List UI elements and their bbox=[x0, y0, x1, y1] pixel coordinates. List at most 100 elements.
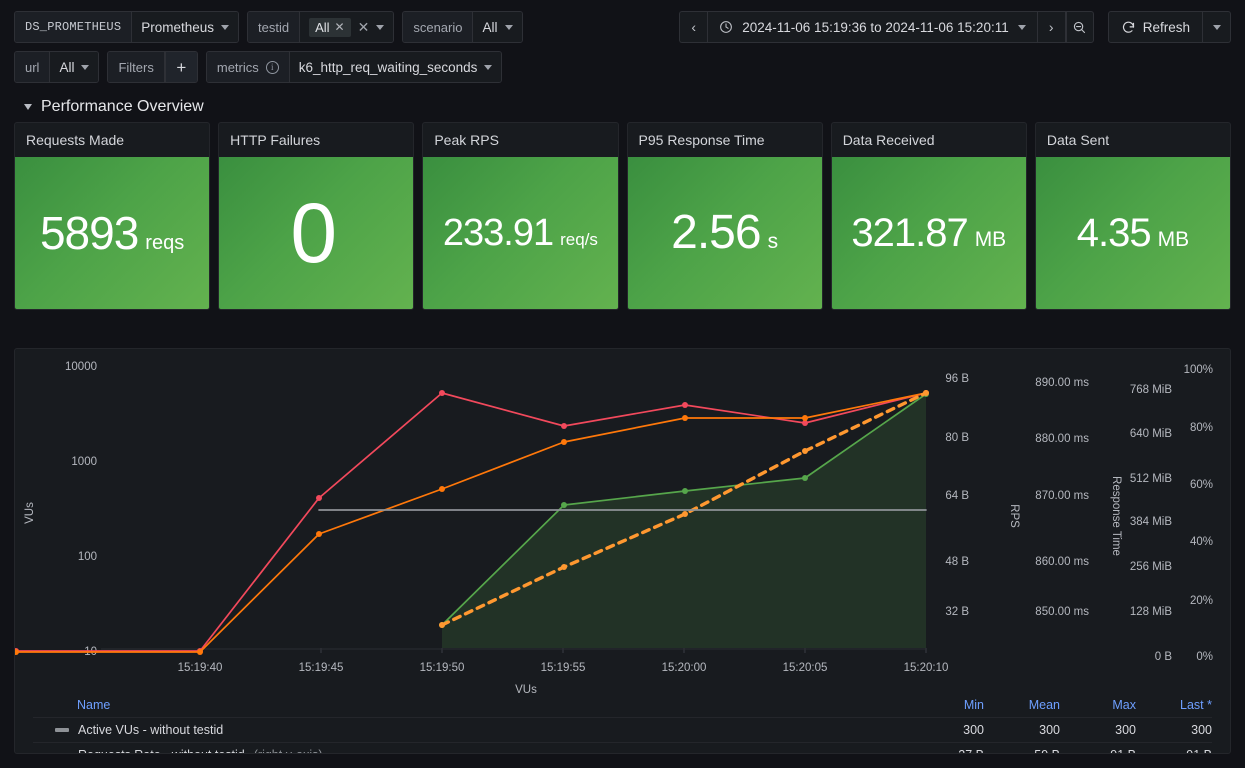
stat-unit: s bbox=[767, 230, 779, 253]
stat-unit: MB bbox=[974, 228, 1007, 251]
datasource-variable-value[interactable]: Prometheus bbox=[132, 12, 239, 42]
stat-value: 233.91 req/s bbox=[443, 214, 598, 252]
y-axis-tick-right: 100% bbox=[1184, 364, 1213, 376]
url-variable-label: url bbox=[15, 52, 51, 82]
legend-value-mean: 300 bbox=[1039, 723, 1060, 737]
time-range-prev-button[interactable]: ‹ bbox=[679, 11, 708, 43]
legend-row[interactable]: Active VUs - without testid 300 300 300 … bbox=[33, 718, 1212, 743]
refresh-interval-dropdown[interactable] bbox=[1203, 11, 1231, 43]
zoom-out-button[interactable] bbox=[1065, 11, 1094, 43]
close-icon[interactable]: ✕ bbox=[335, 21, 345, 33]
stat-panel-requests-made[interactable]: Requests Made 5893 reqs bbox=[14, 122, 211, 310]
refresh-label: Refresh bbox=[1142, 19, 1190, 35]
legend-value-mean: 59 B bbox=[984, 748, 1060, 753]
series-area-green-area bbox=[442, 394, 926, 648]
panel-title: Data Received bbox=[842, 132, 935, 148]
series-point-orange-dashed bbox=[802, 448, 808, 454]
panel-title: HTTP Failures bbox=[230, 132, 321, 148]
y-axis-tick-right: 0% bbox=[1196, 651, 1213, 663]
y-axis-tick-right: 850.00 ms bbox=[1035, 606, 1089, 618]
legend-column-name[interactable]: Name bbox=[33, 698, 908, 712]
stat-value-area: 2.56 s bbox=[627, 157, 822, 309]
stat-number: 2.56 bbox=[671, 206, 761, 259]
legend-series-axis-note: (right y-axis) bbox=[254, 748, 323, 753]
clear-icon[interactable]: ✕ bbox=[358, 20, 370, 34]
legend-series-name[interactable]: Requests Rate - without testid (right y-… bbox=[33, 748, 908, 753]
legend-row[interactable]: Requests Rate - without testid (right y-… bbox=[33, 743, 1212, 753]
chevron-down-icon bbox=[24, 104, 32, 110]
x-axis-tick: 15:19:55 bbox=[541, 662, 586, 674]
add-filter-button[interactable]: + bbox=[164, 52, 197, 82]
stat-number: 321.87 bbox=[851, 211, 968, 255]
y-axis-tick-right: 860.00 ms bbox=[1035, 556, 1089, 568]
url-variable[interactable]: url All bbox=[14, 51, 100, 83]
stat-value: 4.35 MB bbox=[1077, 213, 1189, 253]
url-variable-text: All bbox=[59, 59, 75, 75]
legend-column-min[interactable]: Min bbox=[908, 698, 984, 712]
chart-plot: 10100100010000VUs32 B48 B64 B80 B96 B850… bbox=[15, 361, 1213, 696]
stat-value-area: 321.87 MB bbox=[831, 157, 1026, 309]
legend-series-name[interactable]: Active VUs - without testid bbox=[33, 723, 908, 737]
stat-panel-http-failures[interactable]: HTTP Failures 0 bbox=[218, 122, 415, 310]
series-point-green-area bbox=[682, 488, 688, 494]
datasource-variable[interactable]: DS_PROMETHEUS Prometheus bbox=[14, 11, 240, 43]
y-axis-tick-right: 256 MiB bbox=[1130, 561, 1173, 573]
stat-panel-peak-rps[interactable]: Peak RPS 233.91 req/s bbox=[422, 122, 619, 310]
y-axis-tick-right: 32 B bbox=[945, 606, 969, 618]
stat-panel-data-sent[interactable]: Data Sent 4.35 MB bbox=[1034, 122, 1232, 310]
series-point-green-area bbox=[561, 502, 567, 508]
panel-title: Peak RPS bbox=[434, 132, 499, 148]
x-axis-tick: 15:20:10 bbox=[904, 662, 949, 674]
stat-value-area: 0 bbox=[219, 157, 414, 309]
series-color-marker bbox=[55, 752, 69, 753]
chevron-down-icon bbox=[376, 24, 385, 30]
stat-panel-data-received[interactable]: Data Received 321.87 MB bbox=[830, 122, 1027, 310]
testid-variable-value[interactable]: All ✕ ✕ bbox=[300, 12, 394, 42]
time-range-text: 2024-11-06 15:19:36 to 2024-11-06 15:20:… bbox=[742, 19, 1009, 35]
scenario-variable[interactable]: scenario All bbox=[402, 11, 523, 43]
metrics-variable-text: k6_http_req_waiting_seconds bbox=[298, 59, 478, 75]
legend-value-min: 300 bbox=[963, 723, 984, 737]
refresh-button[interactable]: Refresh bbox=[1107, 11, 1203, 43]
scenario-variable-value[interactable]: All bbox=[473, 12, 522, 42]
series-point-red-series bbox=[561, 423, 567, 429]
legend-column-last[interactable]: Last * bbox=[1136, 698, 1212, 712]
stat-value-area: 4.35 MB bbox=[1035, 157, 1231, 309]
testid-variable[interactable]: testid All ✕ ✕ bbox=[247, 11, 395, 43]
y-axis-tick-right: 128 MiB bbox=[1130, 606, 1173, 618]
legend-column-max[interactable]: Max bbox=[1060, 698, 1136, 712]
series-point-orange-dashed bbox=[682, 511, 688, 517]
datasource-variable-label: DS_PROMETHEUS bbox=[15, 12, 133, 42]
y-axis-tick: 10000 bbox=[65, 361, 97, 373]
y-axis-tick: 1000 bbox=[71, 456, 97, 468]
datasource-variable-text: Prometheus bbox=[141, 19, 215, 35]
series-point-red-series bbox=[682, 402, 688, 408]
stat-panel-p95-response-time[interactable]: P95 Response Time 2.56 s bbox=[626, 122, 823, 310]
series-point-red-series bbox=[439, 390, 445, 396]
stat-value: 2.56 s bbox=[671, 209, 778, 257]
url-variable-value[interactable]: All bbox=[50, 52, 99, 82]
metrics-label-text: metrics bbox=[216, 59, 259, 75]
metrics-variable-label: metrics i bbox=[206, 52, 290, 82]
time-picker-group: ‹ 2024-11-06 15:19:36 to 2024-11-06 15:2… bbox=[679, 11, 1094, 43]
x-axis-tick: 15:20:05 bbox=[783, 662, 828, 674]
timeseries-panel[interactable]: 10 100 1000 10000 VUs 32 B 48 B 64 B 80 B 96 B 850… bbox=[14, 348, 1231, 754]
panel-title: P95 Response Time bbox=[638, 132, 765, 148]
legend-value-last: 300 bbox=[1191, 723, 1212, 737]
y-axis-tick-right: 880.00 ms bbox=[1035, 433, 1089, 445]
legend-column-mean[interactable]: Mean bbox=[984, 698, 1060, 712]
metrics-variable[interactable]: metrics i k6_http_req_waiting_seconds bbox=[205, 51, 503, 83]
metrics-variable-value[interactable]: k6_http_req_waiting_seconds bbox=[289, 52, 502, 82]
y-axis-title-right: RPS bbox=[1008, 504, 1020, 528]
row-header-performance-overview[interactable]: Performance Overview bbox=[0, 90, 1245, 122]
filters-control[interactable]: Filters + bbox=[107, 51, 198, 83]
info-icon[interactable]: i bbox=[265, 60, 279, 74]
x-axis-tick: 15:19:45 bbox=[299, 662, 344, 674]
time-range-next-button[interactable]: › bbox=[1037, 11, 1066, 43]
stat-unit: MB bbox=[1157, 228, 1190, 251]
stat-value: 0 bbox=[290, 191, 342, 275]
testid-selected-chip[interactable]: All ✕ bbox=[309, 17, 351, 37]
time-range-picker[interactable]: 2024-11-06 15:19:36 to 2024-11-06 15:20:… bbox=[707, 11, 1038, 43]
y-axis-tick-right: 80 B bbox=[945, 432, 969, 444]
series-point-orange-dashed bbox=[439, 622, 445, 628]
